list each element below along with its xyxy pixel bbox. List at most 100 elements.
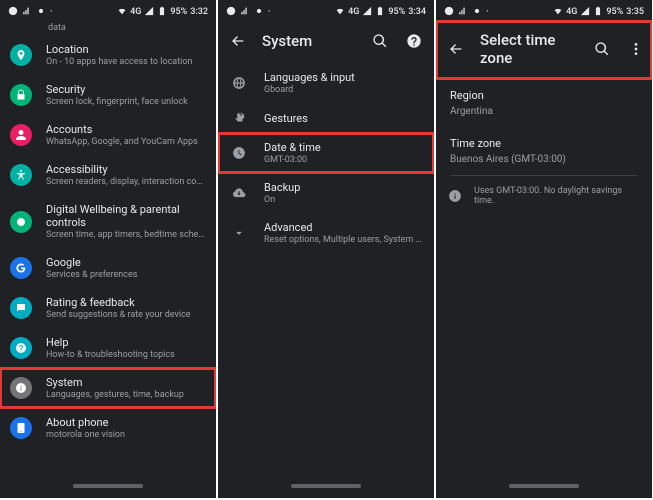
location-icon <box>10 44 32 66</box>
region-section[interactable]: Region Argentina <box>436 79 652 127</box>
list-item[interactable]: AccountsWhatsApp, Google, and YouCam App… <box>0 115 216 155</box>
item-label: Location <box>46 43 192 56</box>
list-item[interactable]: SystemLanguages, gestures, time, backup <box>0 368 216 408</box>
timezone-section[interactable]: Time zone Buenos Aires (GMT-03:00) <box>436 127 652 175</box>
item-sublabel: Screen time, app timers, bedtime schedul… <box>46 230 206 240</box>
status-bar: · 4G 95% 3:32 <box>0 0 216 21</box>
battery-icon <box>157 6 167 19</box>
list-item[interactable]: Languages & inputGboard <box>218 63 434 103</box>
google-icon <box>10 257 32 279</box>
list-item[interactable]: SecurityScreen lock, fingerprint, face u… <box>0 75 216 115</box>
help-button[interactable] <box>404 31 424 51</box>
item-label: Gestures <box>264 112 308 125</box>
net-label: 4G <box>566 7 577 17</box>
list-item[interactable]: Gestures <box>218 103 434 133</box>
cell-icon <box>580 6 590 19</box>
lock-icon <box>10 84 32 106</box>
battery-pct: 95% <box>388 7 405 17</box>
list-item[interactable]: Date & timeGMT-03:00 <box>218 133 434 173</box>
dot-icon: · <box>268 7 271 17</box>
list-item[interactable]: AdvancedReset options, Multiple users, S… <box>218 213 434 253</box>
list-item[interactable]: About phonemotorola one vision <box>0 408 216 448</box>
messenger-icon <box>444 6 454 19</box>
info-icon <box>10 377 32 399</box>
item-label: Digital Wellbeing & parental controls <box>46 203 206 229</box>
messenger-icon <box>226 6 236 19</box>
item-label: Accessibility <box>46 163 206 176</box>
nav-bar[interactable] <box>218 478 434 498</box>
back-button[interactable] <box>446 39 466 59</box>
region-value: Argentina <box>450 106 638 117</box>
dot-icon <box>36 6 46 19</box>
region-label: Region <box>450 89 638 102</box>
cell-icon <box>144 6 154 19</box>
phone-system: · 4G 95% 3:34 System Languages & inputGb… <box>218 0 434 498</box>
wifi-icon <box>335 6 345 19</box>
item-sublabel: Languages, gestures, time, backup <box>46 390 184 400</box>
dot-icon: · <box>50 7 53 17</box>
backup-icon <box>228 186 250 200</box>
wifi-icon <box>117 6 127 19</box>
signal-icon <box>240 6 250 19</box>
feedback-icon <box>10 297 32 319</box>
clock-text: 3:35 <box>626 7 644 17</box>
partial-item[interactable]: data <box>0 21 216 35</box>
list-item[interactable]: LocationOn - 10 apps have access to loca… <box>0 35 216 75</box>
item-label: Backup <box>264 181 300 194</box>
search-button[interactable] <box>370 31 390 51</box>
globe-icon <box>228 76 250 90</box>
cell-icon <box>362 6 372 19</box>
search-button[interactable] <box>592 39 612 59</box>
system-list: Languages & inputGboard Gestures Date & ti… <box>218 63 434 478</box>
list-item[interactable]: BackupOn <box>218 173 434 213</box>
item-label: Rating & feedback <box>46 296 191 309</box>
clock-text: 3:32 <box>190 7 208 17</box>
more-button[interactable] <box>626 39 646 59</box>
item-label: Help <box>46 336 175 349</box>
phone-settings: · 4G 95% 3:32 data LocationOn - 10 apps … <box>0 0 216 498</box>
page-title: System <box>262 32 356 50</box>
clock-icon <box>228 146 250 160</box>
item-sublabel: motorola one vision <box>46 430 125 440</box>
item-sublabel: On - 10 apps have access to location <box>46 57 192 67</box>
nav-bar[interactable] <box>436 478 652 498</box>
nav-bar[interactable] <box>0 478 216 498</box>
battery-icon <box>593 6 603 19</box>
chevron-down-icon <box>228 226 250 240</box>
item-label: Languages & input <box>264 71 355 84</box>
back-button[interactable] <box>228 31 248 51</box>
gestures-icon <box>228 111 250 125</box>
net-label: 4G <box>130 7 141 17</box>
status-bar: · 4G 95% 3:35 <box>436 0 652 21</box>
settings-list: LocationOn - 10 apps have access to loca… <box>0 35 216 478</box>
list-item[interactable]: Rating & feedbackSend suggestions & rate… <box>0 288 216 328</box>
title-bar: System <box>218 21 434 63</box>
list-item[interactable]: HelpHow-to & troubleshooting topics <box>0 328 216 368</box>
info-icon <box>448 189 462 203</box>
signal-icon <box>22 6 32 19</box>
item-sublabel: Screen readers, display, interaction con… <box>46 177 206 187</box>
timezone-value: Buenos Aires (GMT-03:00) <box>450 154 638 165</box>
item-sublabel: WhatsApp, Google, and YouCam Apps <box>46 137 198 147</box>
item-sublabel: Services & preferences <box>46 270 137 280</box>
item-label: Google <box>46 256 137 269</box>
title-bar: Select time zone <box>436 21 652 79</box>
accessibility-icon <box>10 164 32 186</box>
item-sublabel: How-to & troubleshooting topics <box>46 350 175 360</box>
timezone-label: Time zone <box>450 137 638 150</box>
list-item[interactable]: Digital Wellbeing & parental controlsScr… <box>0 195 216 248</box>
list-item[interactable]: AccessibilityScreen readers, display, in… <box>0 155 216 195</box>
net-label: 4G <box>348 7 359 17</box>
item-sublabel: Send suggestions & rate your device <box>46 310 191 320</box>
item-label: Date & time <box>264 141 321 154</box>
list-item[interactable]: GoogleServices & preferences <box>0 248 216 288</box>
info-text: Uses GMT-03:00. No daylight savings time… <box>474 186 640 206</box>
status-bar: · 4G 95% 3:34 <box>218 0 434 21</box>
battery-icon <box>375 6 385 19</box>
item-label: System <box>46 376 184 389</box>
phone-timezone: · 4G 95% 3:35 Select time zone Region Ar… <box>436 0 652 498</box>
item-sublabel: Reset options, Multiple users, System up… <box>264 235 424 245</box>
wellbeing-icon <box>10 211 32 233</box>
item-label: About phone <box>46 416 125 429</box>
battery-pct: 95% <box>170 7 187 17</box>
